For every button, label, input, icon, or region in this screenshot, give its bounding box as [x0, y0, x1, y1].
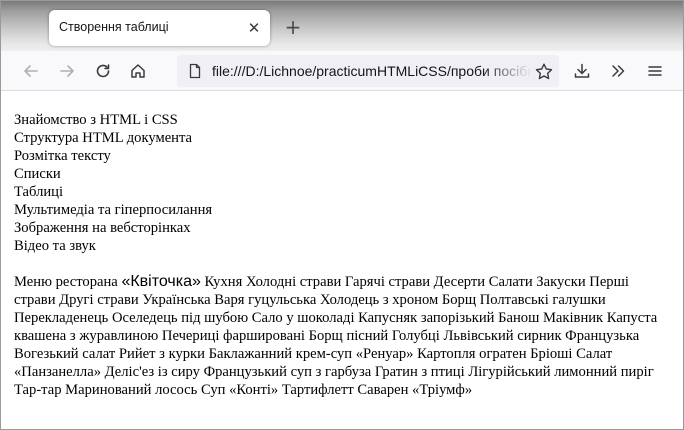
home-icon[interactable]: [124, 57, 152, 85]
toc-item: Списки: [14, 166, 61, 182]
browser-window: Створення таблиці ✕ + file:///D:/Lichnoe…: [0, 0, 684, 430]
chevrons-right-icon[interactable]: [604, 57, 632, 85]
page-content: Знайомство з HTML і CSS Структура HTML д…: [14, 111, 674, 399]
star-icon[interactable]: [533, 61, 555, 83]
toc-item: Знайомство з HTML і CSS: [14, 112, 178, 128]
toc-item: Мультимедіа та гіперпосилання: [14, 202, 213, 218]
toc-item: Структура HTML документа: [14, 130, 193, 146]
page-icon: [187, 63, 203, 79]
new-tab-icon[interactable]: +: [281, 15, 305, 39]
tab-active[interactable]: Створення таблиці ✕: [49, 10, 270, 46]
download-icon[interactable]: [568, 57, 596, 85]
toc-item: Таблиці: [14, 184, 64, 200]
toc-item: Відео та звук: [14, 238, 96, 254]
back-arrow-icon[interactable]: [17, 57, 45, 85]
menu-prefix: Меню ресторана: [14, 274, 122, 290]
hamburger-menu-icon[interactable]: [641, 57, 669, 85]
tab-title: Створення таблиці: [59, 20, 169, 34]
close-icon[interactable]: ✕: [245, 19, 263, 37]
menu-paragraph: Меню ресторана «Квіточка» Кухня Холодні …: [14, 273, 674, 399]
address-bar[interactable]: file:///D:/Lichnoe/practicumHTMLiCSS/про…: [177, 55, 559, 87]
toc-item: Зображення на вебсторінках: [14, 220, 191, 236]
restaurant-name: «Квіточка»: [121, 273, 201, 290]
reload-icon[interactable]: [89, 57, 117, 85]
toc-item: Розмітка тексту: [14, 148, 111, 164]
navigation-toolbar: file:///D:/Lichnoe/practicumHTMLiCSS/про…: [1, 51, 683, 91]
forward-arrow-icon[interactable]: [53, 57, 81, 85]
toc-list: Знайомство з HTML і CSS Структура HTML д…: [14, 111, 674, 255]
menu-items: Кухня Холодні страви Гарячі страви Десер…: [14, 274, 658, 398]
url-fade: [482, 59, 532, 83]
tab-strip: Створення таблиці ✕ +: [1, 1, 683, 51]
